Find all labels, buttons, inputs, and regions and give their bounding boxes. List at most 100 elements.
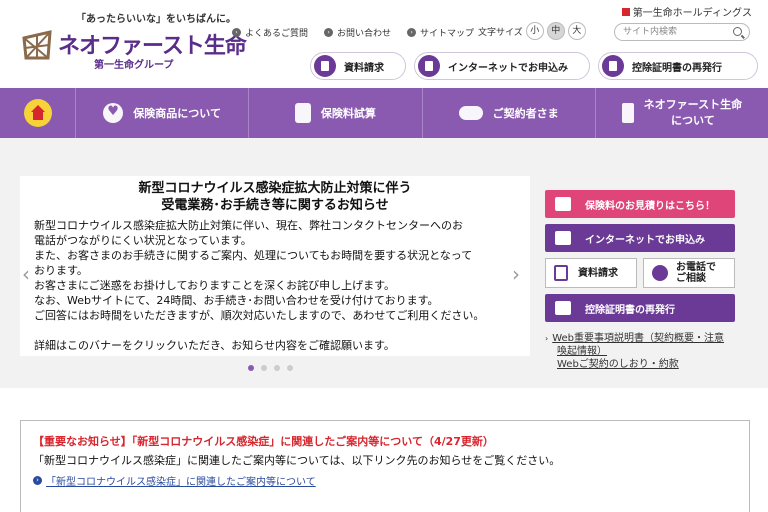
certificate-reissue-button[interactable]: 控除証明書の再発行	[598, 52, 758, 80]
search-input[interactable]: サイト内検索	[614, 23, 750, 41]
sidebar-button-row: 資料請求 お電話で ご相談	[545, 258, 735, 288]
printer-icon	[602, 55, 624, 77]
nav-home[interactable]	[0, 88, 76, 138]
site-header: 「あったらいいな」をいちばんに。 ネオファースト生命 第一生命グループ 第一生命…	[0, 0, 768, 88]
calculator-icon	[294, 103, 311, 123]
chevron-right-icon: ›	[545, 334, 549, 343]
nav-item-about-line2: について	[671, 114, 715, 127]
banner-text-line: ご回答にはお時間をいただきますが、順次対応いたしますので、あわせてご利用ください…	[34, 309, 485, 322]
brochure-request-button[interactable]: 資料請求	[310, 52, 406, 80]
monitor-icon	[418, 55, 440, 77]
carousel-prev-arrow[interactable]: ‹	[22, 262, 30, 286]
calculator-icon	[555, 197, 571, 211]
covid-notice-banner[interactable]: 新型コロナウイルス感染症拡大防止対策に伴う 受電業務･お手続き等に関するお知らせ…	[20, 176, 530, 356]
internet-apply-label: インターネットでお申込み	[448, 62, 568, 74]
nav-item-policyholders[interactable]: ご契約者さま	[423, 88, 596, 138]
document-icon	[314, 55, 336, 77]
building-icon	[621, 103, 634, 123]
notice-link[interactable]: › 「新型コロナウイルス感染症」に関連したご案内等について	[33, 473, 737, 488]
policy-terms-link[interactable]: Webご契約のしおり・約款	[545, 358, 735, 371]
font-size-control: 文字サイズ 小 中 大	[478, 22, 586, 40]
internet-apply-button[interactable]: インターネットでお申込み	[414, 52, 590, 80]
contact-link-label: お問い合わせ	[337, 29, 392, 39]
important-matters-link[interactable]: › Web重要事項説明書（契約概要・注意 喚起情報）	[545, 332, 735, 358]
header-action-buttons: 資料請求 インターネットでお申込み 控除証明書の再発行	[310, 52, 758, 80]
utility-links: › よくあるご質問 › お問い合わせ › サイトマップ	[232, 26, 474, 39]
nav-item-premium-estimate[interactable]: 保険料試算	[249, 88, 423, 138]
heart-icon	[103, 103, 124, 123]
nav-item-premium-estimate-label: 保険料試算	[320, 107, 376, 120]
font-size-medium-button[interactable]: 中	[546, 22, 565, 40]
faq-link[interactable]: › よくあるご質問	[232, 26, 308, 39]
premium-estimate-button[interactable]: 保険料のお見積りはこちら！	[545, 190, 735, 218]
printer-icon	[555, 301, 571, 315]
logo-mark-icon	[22, 30, 52, 60]
phone-consult-line1: お電話で	[676, 262, 716, 273]
banner-text-line: 電話がつながりにくい状況となっています。	[34, 234, 252, 247]
phone-consult-line2: ご相談	[676, 273, 706, 284]
chevron-right-icon: ›	[232, 28, 241, 37]
contact-link[interactable]: › お問い合わせ	[324, 26, 391, 39]
banner-text-line: なお、Webサイトにて、24時間、お手続き･お問い合わせを受け付けております。	[34, 294, 439, 307]
banner-title-line2: 受電業務･お手続き等に関するお知らせ	[161, 198, 389, 213]
sitemap-link-label: サイトマップ	[420, 29, 475, 39]
nav-item-about-label: ネオファースト生命 について	[644, 97, 742, 129]
monitor-icon	[555, 231, 571, 245]
carousel-dot[interactable]	[287, 365, 293, 371]
notice-title: 【重要なお知らせ】「新型コロナウイルス感染症」に関連したご案内等について（4/2…	[33, 435, 494, 448]
nav-item-products[interactable]: 保険商品について	[76, 88, 250, 138]
sitemap-link[interactable]: › サイトマップ	[407, 26, 474, 39]
font-size-label: 文字サイズ	[478, 27, 523, 38]
premium-estimate-label: 保険料のお見積りはこちら！	[585, 200, 715, 212]
sidebar-internet-apply-label: インターネットでお申込み	[585, 234, 705, 246]
carousel-dot[interactable]	[248, 365, 254, 371]
sidebar-brochure-button[interactable]: 資料請求	[545, 258, 637, 288]
phone-consult-label: お電話で ご相談	[676, 262, 716, 284]
certificate-reissue-label: 控除証明書の再発行	[632, 62, 722, 74]
chevron-right-icon: ›	[33, 476, 42, 485]
handshake-icon	[458, 106, 483, 120]
brand-subtitle: 第一生命グループ	[94, 60, 174, 71]
home-icon	[23, 99, 52, 127]
chevron-right-icon: ›	[407, 28, 417, 37]
banner-text-line: 新型コロナウイルス感染症拡大防止対策に伴い、現在、弊社コンタクトセンターへのお	[34, 219, 463, 232]
nav-item-about-line1: ネオファースト生命	[643, 98, 743, 111]
sidebar-certificate-label: 控除証明書の再発行	[585, 304, 675, 316]
banner-text-line: おります。	[34, 264, 88, 277]
carousel-next-arrow[interactable]: ›	[512, 262, 520, 286]
global-nav: 保険商品について 保険料試算 ご契約者さま ネオファースト生命 について	[0, 88, 768, 138]
font-size-small-button[interactable]: 小	[525, 22, 544, 40]
search-icon[interactable]	[733, 27, 742, 36]
nav-item-about[interactable]: ネオファースト生命 について	[596, 88, 768, 138]
brochure-request-label: 資料請求	[344, 62, 384, 74]
search-placeholder: サイト内検索	[623, 27, 678, 37]
banner-text-line: お客さまにご迷惑をお掛けしておりますことを深くお詫び申し上げます。	[34, 279, 396, 292]
carousel-dot[interactable]	[274, 365, 280, 371]
sidebar-internet-apply-button[interactable]: インターネットでお申込み	[545, 224, 735, 252]
font-size-large-button[interactable]: 大	[567, 22, 586, 40]
chevron-right-icon: ›	[324, 28, 334, 37]
banner-title-line1: 新型コロナウイルス感染症拡大防止対策に伴う	[138, 181, 412, 196]
notice-body: 「新型コロナウイルス感染症」に関連したご案内等については、以下リンク先のお知らせ…	[33, 454, 561, 467]
notice-link-label: 「新型コロナウイルス感染症」に関連したご案内等について	[46, 477, 316, 488]
important-notice-box: 【重要なお知らせ】「新型コロナウイルス感染症」に関連したご案内等について（4/2…	[20, 420, 750, 512]
carousel-dot[interactable]	[261, 365, 267, 371]
sidebar-panel: 保険料のお見積りはこちら！ インターネットでお申込み 資料請求 お電話で ご相談…	[545, 190, 735, 371]
logo-tagline: 「あったらいいな」をいちばんに。	[76, 14, 236, 25]
document-icon	[554, 265, 568, 281]
banner-text-line: また、お客さまのお手続きに関するご案内、処理についてもお時間を要する状況となって	[34, 249, 473, 262]
phone-consult-button[interactable]: お電話で ご相談	[643, 258, 735, 288]
phone-icon	[652, 265, 668, 281]
holdings-link[interactable]: 第一生命ホールディングス	[621, 4, 752, 19]
sidebar-certificate-button[interactable]: 控除証明書の再発行	[545, 294, 735, 322]
policy-terms-label: Webご契約のしおり・約款	[557, 359, 679, 370]
external-square-icon	[621, 7, 630, 16]
important-matters-line1: Web重要事項説明書（契約概要・注意	[552, 333, 725, 344]
nav-item-policyholders-label: ご契約者さま	[492, 107, 559, 120]
banner-text-line: 詳細はこのバナーをクリックいただき、お知らせ内容をご確認願います。	[34, 339, 395, 352]
sidebar-brochure-label: 資料請求	[578, 267, 618, 279]
faq-link-label: よくあるご質問	[245, 29, 309, 39]
site-logo[interactable]: 「あったらいいな」をいちばんに。 ネオファースト生命 第一生命グループ	[14, 8, 247, 82]
nav-item-products-label: 保険商品について	[133, 107, 221, 120]
important-matters-line2: 喚起情報）	[557, 346, 607, 357]
